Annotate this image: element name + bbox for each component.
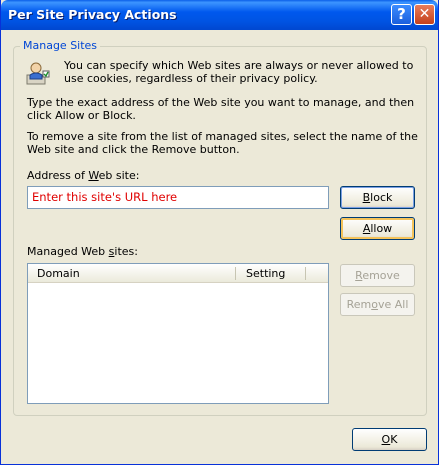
privacy-person-icon xyxy=(26,62,50,85)
column-header-domain[interactable]: Domain xyxy=(28,264,236,283)
close-button[interactable]: ✕ xyxy=(414,4,435,25)
help-icon: ? xyxy=(397,5,406,23)
allow-button[interactable]: Allow xyxy=(340,217,415,240)
help-button[interactable]: ? xyxy=(391,4,412,25)
instruction-allow-block: Type the exact address of the Web site y… xyxy=(27,96,415,122)
remove-all-button[interactable]: Remove All xyxy=(340,293,415,316)
allow-label-rest: llow xyxy=(370,222,393,235)
address-label-post: eb site: xyxy=(98,169,140,182)
column-header-setting[interactable]: Setting xyxy=(237,264,307,283)
block-button[interactable]: Block xyxy=(340,186,415,209)
per-site-privacy-dialog: Per Site Privacy Actions ? ✕ Manage Site… xyxy=(0,0,439,465)
managed-sites-list[interactable]: Domain Setting xyxy=(27,263,329,404)
remove-label-rest: emove xyxy=(362,269,400,282)
remove-all-label-post: ve All xyxy=(377,298,409,311)
remove-button[interactable]: Remove xyxy=(340,264,415,287)
remove-all-accesskey: o xyxy=(371,298,378,311)
block-label-rest: lock xyxy=(370,191,393,204)
address-label-pre: Address of xyxy=(27,169,89,182)
list-header: Domain Setting xyxy=(28,264,328,283)
managed-label-pre: Managed Web xyxy=(27,245,109,258)
title-bar: Per Site Privacy Actions ? ✕ xyxy=(1,0,438,30)
column-divider[interactable] xyxy=(235,267,236,280)
instruction-remove: To remove a site from the list of manage… xyxy=(27,130,418,156)
managed-label-post: ites: xyxy=(114,245,138,258)
managed-sites-label: Managed Web sites: xyxy=(27,245,138,258)
column-divider[interactable] xyxy=(305,267,306,280)
ok-accesskey: O xyxy=(381,433,391,446)
remove-all-label-pre: Rem xyxy=(346,298,372,311)
close-icon: ✕ xyxy=(418,6,431,22)
ok-label-rest: K xyxy=(390,433,398,446)
address-label-accesskey: W xyxy=(88,169,99,182)
manage-sites-legend: Manage Sites xyxy=(20,39,101,52)
window-title: Per Site Privacy Actions xyxy=(8,7,177,22)
intro-text: You can specify which Web sites are alwa… xyxy=(64,59,414,85)
ok-button[interactable]: OK xyxy=(352,428,427,451)
address-label: Address of Web site: xyxy=(27,169,139,182)
address-input[interactable]: Enter this site's URL here xyxy=(27,186,329,209)
